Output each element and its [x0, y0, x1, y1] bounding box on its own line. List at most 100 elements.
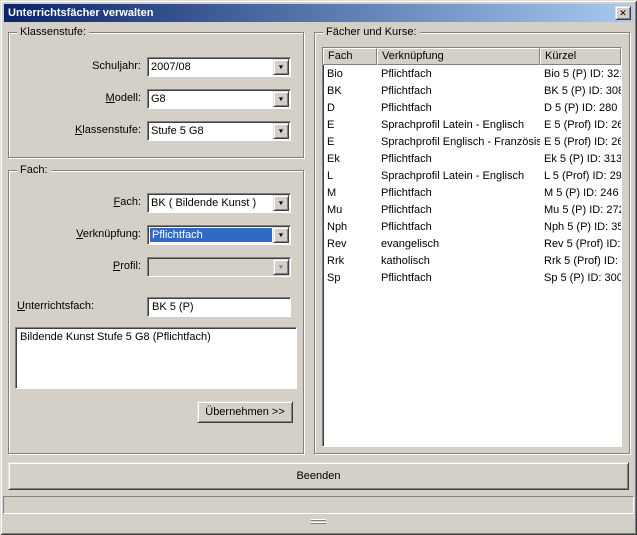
schuljahr-value: 2007/08	[151, 60, 271, 74]
cell-verknuepfung: Pflichtfach	[377, 187, 540, 199]
fach-combobox[interactable]: BK ( Bildende Kunst ) ▼	[147, 193, 291, 213]
faecher-kurse-group: Fächer und Kurse: Fach Verknüpfung Kürze…	[314, 32, 630, 454]
verknuepfung-label: Verknüpfung:	[19, 228, 141, 240]
cell-kuerzel: Rev 5 (Prof) ID: 3	[540, 238, 621, 250]
column-header-verknuepfung[interactable]: Verknüpfung	[377, 48, 540, 65]
column-header-kuerzel[interactable]: Kürzel	[540, 48, 621, 65]
cell-fach: L	[323, 170, 377, 182]
verknuepfung-dropdown-button[interactable]: ▼	[273, 227, 289, 243]
cell-kuerzel: Mu 5 (P) ID: 272	[540, 204, 621, 216]
cell-verknuepfung: Sprachprofil Englisch - Französisch	[377, 136, 540, 148]
cell-verknuepfung: evangelisch	[377, 238, 540, 250]
cell-fach: E	[323, 119, 377, 131]
chevron-down-icon: ▼	[278, 64, 285, 70]
chevron-down-icon: ▼	[278, 264, 285, 270]
cell-fach: Mu	[323, 204, 377, 216]
cell-kuerzel: Bio 5 (P) ID: 321	[540, 68, 621, 80]
klassenstufe-label: Klassenstufe:	[19, 124, 141, 136]
chevron-down-icon: ▼	[278, 232, 285, 238]
list-row[interactable]: M Pflichtfach M 5 (P) ID: 246	[323, 184, 621, 201]
list-row[interactable]: Rev evangelisch Rev 5 (Prof) ID: 3	[323, 235, 621, 252]
beschreibung-textbox[interactable]: Bildende Kunst Stufe 5 G8 (Pflichtfach)	[15, 327, 297, 389]
close-icon: ✕	[619, 9, 627, 18]
chevron-down-icon: ▼	[278, 96, 285, 102]
klassenstufe-value: Stufe 5 G8	[151, 124, 271, 138]
column-header-fach[interactable]: Fach	[323, 48, 377, 65]
cell-fach: Rev	[323, 238, 377, 250]
cell-kuerzel: D 5 (P) ID: 280	[540, 102, 621, 114]
cell-fach: Nph	[323, 221, 377, 233]
list-row[interactable]: Mu Pflichtfach Mu 5 (P) ID: 272	[323, 201, 621, 218]
cell-fach: Ek	[323, 153, 377, 165]
chevron-down-icon: ▼	[278, 128, 285, 134]
title-bar[interactable]: Unterrichtsfächer verwalten ✕	[4, 4, 633, 22]
modell-combobox[interactable]: G8 ▼	[147, 89, 291, 109]
schuljahr-dropdown-button[interactable]: ▼	[273, 59, 289, 75]
faecher-kurse-group-title: Fächer und Kurse:	[323, 26, 420, 38]
profil-combobox: ▼	[147, 257, 291, 277]
dialog-window: Unterrichtsfächer verwalten ✕ Klassenstu…	[0, 0, 637, 535]
list-row[interactable]: Ek Pflichtfach Ek 5 (P) ID: 313	[323, 150, 621, 167]
list-row[interactable]: E Sprachprofil Latein - Englisch E 5 (Pr…	[323, 116, 621, 133]
cell-verknuepfung: katholisch	[377, 255, 540, 267]
close-button[interactable]: ✕	[615, 6, 631, 20]
cell-verknuepfung: Pflichtfach	[377, 85, 540, 97]
fach-value: BK ( Bildende Kunst )	[151, 196, 271, 210]
cell-fach: BK	[323, 85, 377, 97]
list-row[interactable]: L Sprachprofil Latein - Englisch L 5 (Pr…	[323, 167, 621, 184]
cell-fach: Rrk	[323, 255, 377, 267]
profil-value	[151, 260, 271, 274]
klassenstufe-group-title: Klassenstufe:	[17, 26, 89, 38]
cell-verknuepfung: Pflichtfach	[377, 221, 540, 233]
cell-kuerzel: E 5 (Prof) ID: 26	[540, 136, 621, 148]
unterrichtsfach-label: Unterrichtsfach:	[17, 300, 147, 312]
list-row[interactable]: D Pflichtfach D 5 (P) ID: 280	[323, 99, 621, 116]
modell-value: G8	[151, 92, 271, 106]
list-row[interactable]: Nph Pflichtfach Nph 5 (P) ID: 35	[323, 218, 621, 235]
modell-label: Modell:	[19, 92, 141, 104]
verknuepfung-value: Pflichtfach	[150, 228, 272, 242]
cell-kuerzel: Rrk 5 (Prof) ID: 3	[540, 255, 621, 267]
cell-fach: Sp	[323, 272, 377, 284]
profil-dropdown-button: ▼	[273, 259, 289, 275]
cell-kuerzel: Nph 5 (P) ID: 35	[540, 221, 621, 233]
cell-kuerzel: BK 5 (P) ID: 308	[540, 85, 621, 97]
list-header: Fach Verknüpfung Kürzel	[323, 48, 621, 65]
status-bar	[3, 496, 634, 514]
modell-dropdown-button[interactable]: ▼	[273, 91, 289, 107]
cell-kuerzel: M 5 (P) ID: 246	[540, 187, 621, 199]
chevron-down-icon: ▼	[278, 200, 285, 206]
beenden-button[interactable]: Beenden	[8, 462, 629, 490]
list-row[interactable]: E Sprachprofil Englisch - Französisch E …	[323, 133, 621, 150]
cell-fach: Bio	[323, 68, 377, 80]
faecher-kurse-list: Fach Verknüpfung Kürzel Bio Pflichtfach …	[322, 47, 622, 447]
list-row[interactable]: Rrk katholisch Rrk 5 (Prof) ID: 3	[323, 252, 621, 269]
profil-label: Profil:	[19, 260, 141, 272]
resize-grip-icon[interactable]	[311, 519, 326, 524]
cell-kuerzel: L 5 (Prof) ID: 294	[540, 170, 621, 182]
unterrichtsfach-input[interactable]	[147, 297, 291, 317]
cell-verknuepfung: Pflichtfach	[377, 204, 540, 216]
fach-dropdown-button[interactable]: ▼	[273, 195, 289, 211]
cell-fach: M	[323, 187, 377, 199]
verknuepfung-combobox[interactable]: Pflichtfach ▼	[147, 225, 291, 245]
list-rows: Bio Pflichtfach Bio 5 (P) ID: 321 BK Pfl…	[323, 65, 621, 286]
cell-kuerzel: E 5 (Prof) ID: 26	[540, 119, 621, 131]
list-row[interactable]: BK Pflichtfach BK 5 (P) ID: 308	[323, 82, 621, 99]
cell-verknuepfung: Pflichtfach	[377, 272, 540, 284]
klassenstufe-group: Klassenstufe: Schuljahr: 2007/08 ▼ Model…	[8, 32, 304, 158]
cell-kuerzel: Sp 5 (P) ID: 300	[540, 272, 621, 284]
klassenstufe-combobox[interactable]: Stufe 5 G8 ▼	[147, 121, 291, 141]
cell-verknuepfung: Sprachprofil Latein - Englisch	[377, 119, 540, 131]
list-row[interactable]: Sp Pflichtfach Sp 5 (P) ID: 300	[323, 269, 621, 286]
uebernehmen-button[interactable]: Übernehmen >>	[197, 401, 293, 423]
fach-group: Fach: Fach: BK ( Bildende Kunst ) ▼ Verk…	[8, 170, 304, 454]
schuljahr-label: Schuljahr:	[19, 60, 141, 72]
klassenstufe-dropdown-button[interactable]: ▼	[273, 123, 289, 139]
cell-verknuepfung: Pflichtfach	[377, 153, 540, 165]
list-row[interactable]: Bio Pflichtfach Bio 5 (P) ID: 321	[323, 65, 621, 82]
fach-label: Fach:	[19, 196, 141, 208]
schuljahr-combobox[interactable]: 2007/08 ▼	[147, 57, 291, 77]
fach-group-title: Fach:	[17, 164, 51, 176]
cell-verknuepfung: Pflichtfach	[377, 102, 540, 114]
